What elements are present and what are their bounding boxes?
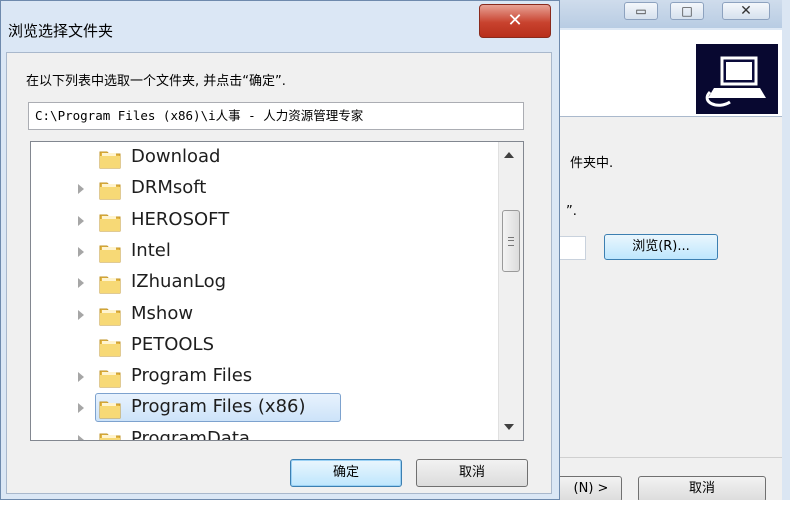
folder-name: Download [131, 146, 221, 167]
ok-button[interactable]: 确定 [290, 459, 402, 487]
background-text-line2: ”. [566, 204, 577, 219]
background-maximize-button[interactable]: □ [670, 2, 704, 20]
folder-tree-item[interactable]: Download [31, 143, 497, 174]
dialog-title: 浏览选择文件夹 [8, 22, 114, 40]
folder-tree-item[interactable]: Program Files [31, 362, 497, 393]
scrollbar-grip-icon [508, 237, 514, 246]
background-window-edge [782, 0, 790, 524]
folder-icon [99, 305, 121, 326]
dialog-close-button[interactable]: ✕ [479, 4, 551, 38]
folder-name: HEROSOFT [131, 208, 230, 230]
folder-tree-item[interactable]: Intel [31, 237, 497, 268]
folder-tree-item[interactable]: PETOOLS [31, 331, 497, 362]
background-minimize-button[interactable]: ▭ [624, 2, 658, 20]
folder-icon [99, 179, 121, 200]
scrollbar-thumb[interactable] [502, 210, 520, 272]
folder-name: Mshow [131, 302, 194, 324]
expand-arrow-icon[interactable] [78, 372, 84, 383]
scroll-down-arrow-icon[interactable] [504, 424, 514, 430]
background-cancel-button[interactable]: 取消 [638, 476, 766, 502]
folder-tree-item[interactable]: DRMsoft [31, 174, 497, 205]
folder-tree-item[interactable]: IZhuanLog [31, 268, 497, 299]
expand-arrow-icon[interactable] [78, 309, 84, 320]
folder-icon [99, 148, 121, 169]
folder-path-field[interactable]: C:\Program Files (x86)\i人事 - 人力资源管理专家 [28, 102, 524, 130]
background-close-button[interactable]: ✕ [722, 2, 770, 20]
expand-arrow-icon[interactable] [78, 403, 84, 414]
browse-button[interactable]: 浏览(R)... [604, 234, 718, 260]
background-path-field[interactable] [560, 236, 586, 260]
tree-scrollbar[interactable] [498, 142, 523, 440]
folder-tree-item[interactable]: Program Files (x86) [31, 393, 497, 424]
folder-icon [99, 430, 121, 440]
expand-arrow-icon[interactable] [78, 278, 84, 289]
folder-tree[interactable]: Download DRMsoft HEROSOFT Intel IZhuanLog Msh… [30, 141, 524, 441]
expand-arrow-icon[interactable] [78, 246, 84, 257]
folder-icon [99, 242, 121, 263]
next-button[interactable]: (N) > [552, 476, 622, 502]
expand-arrow-icon[interactable] [78, 184, 84, 195]
folder-icon [99, 336, 121, 357]
installer-logo-icon [696, 44, 778, 114]
folder-name: Program Files (x86) [131, 396, 306, 418]
page-bottom-margin [0, 500, 790, 524]
folder-tree-item[interactable]: ProgramData [31, 425, 497, 441]
folder-name: ProgramData [131, 427, 250, 441]
folder-icon [99, 211, 121, 232]
cancel-button[interactable]: 取消 [416, 459, 528, 487]
dialog-instruction: 在以下列表中选取一个文件夹, 并点击“确定”. [26, 74, 286, 89]
background-text-line1: 件夹中. [570, 156, 614, 171]
folder-name: Program Files [131, 365, 253, 387]
scroll-up-arrow-icon[interactable] [504, 152, 514, 158]
folder-icon [99, 273, 121, 294]
folder-name: DRMsoft [131, 177, 207, 199]
expand-arrow-icon[interactable] [78, 434, 84, 440]
expand-arrow-icon[interactable] [78, 215, 84, 226]
folder-icon [99, 367, 121, 388]
folder-tree-item[interactable]: Mshow [31, 300, 497, 331]
folder-icon [99, 398, 121, 419]
folder-name: Intel [131, 239, 171, 261]
folder-name: PETOOLS [131, 333, 215, 355]
folder-tree-item[interactable]: HEROSOFT [31, 206, 497, 237]
folder-name: IZhuanLog [131, 271, 227, 293]
